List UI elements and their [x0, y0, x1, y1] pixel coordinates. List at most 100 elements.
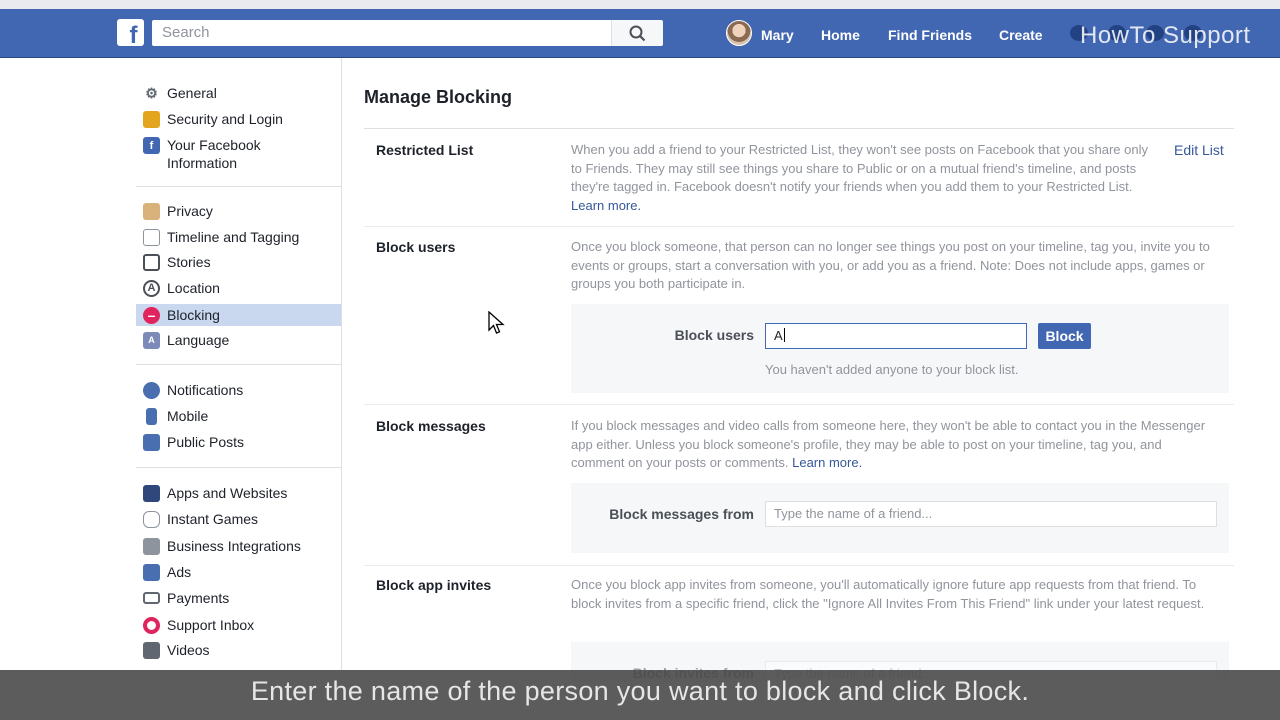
profile-link[interactable] [726, 19, 752, 47]
sidebar-item-label: Language [167, 332, 230, 348]
restricted-list-description: When you add a friend to your Restricted… [571, 141, 1161, 215]
sidebar-item-payments[interactable]: Payments [136, 587, 341, 609]
book-icon [143, 253, 160, 271]
sidebar-item-notifications[interactable]: Notifications [136, 379, 341, 401]
sidebar-item-label: Notifications [167, 382, 244, 398]
text-caret [783, 328, 785, 342]
globe-icon [143, 381, 160, 399]
block-users-description: Once you block someone, that person can … [571, 239, 1210, 291]
sidebar-item-general[interactable]: ⚙ General [136, 82, 341, 104]
logo-glyph: f [129, 22, 138, 46]
section-divider [364, 565, 1234, 566]
sidebar-item-videos[interactable]: Videos [136, 639, 341, 661]
title-divider [364, 128, 1234, 129]
sidebar-item-language[interactable]: A Language [136, 329, 341, 351]
language-icon: A [143, 331, 160, 349]
mouse-cursor-icon [488, 311, 505, 334]
page-title: Manage Blocking [364, 87, 513, 107]
sidebar-item-label: Videos [167, 642, 210, 658]
sidebar-item-label: Timeline and Tagging [167, 229, 300, 245]
sidebar-item-label: Privacy [167, 203, 213, 219]
block-messages-field-label: Block messages from [609, 506, 754, 522]
sidebar-item-ads[interactable]: Ads [136, 561, 341, 583]
sidebar-item-instant-games[interactable]: Instant Games [136, 508, 341, 530]
block-button[interactable]: Block [1038, 323, 1091, 349]
sidebar-item-label: Apps and Websites [167, 485, 288, 501]
sidebar-item-label: General [167, 85, 217, 101]
search-input[interactable]: Search [152, 20, 611, 46]
profile-name[interactable]: Mary [761, 27, 794, 43]
section-divider [364, 404, 1234, 405]
sidebar-item-blocking[interactable]: – Blocking [136, 304, 341, 326]
sidebar-item-label: Security and Login [167, 111, 283, 127]
business-icon [143, 537, 160, 555]
location-icon: A [143, 279, 160, 297]
search-button[interactable] [611, 20, 663, 46]
settings-sidebar: ⚙ General Security and Login f Your Facebo… [136, 58, 342, 670]
sidebar-item-stories[interactable]: Stories [136, 251, 341, 273]
search-icon [629, 25, 646, 42]
block-messages-section-label: Block messages [376, 418, 486, 434]
sidebar-item-label: Mobile [167, 408, 209, 424]
watermark: HowTo Support [1080, 22, 1251, 49]
block-messages-learn-more-link[interactable]: Learn more. [792, 455, 862, 470]
sidebar-item-label: Your Facebook Information [167, 137, 261, 171]
restricted-list-label: Restricted List [376, 142, 474, 158]
sidebar-item-label: Payments [167, 590, 230, 606]
nav-find-friends-link[interactable]: Find Friends [888, 27, 972, 43]
badge-icon [143, 110, 160, 128]
nav-home-link[interactable]: Home [821, 27, 860, 43]
sidebar-item-public-posts[interactable]: Public Posts [136, 431, 341, 453]
nav-create-link[interactable]: Create [999, 27, 1043, 43]
block-users-input[interactable]: A [765, 323, 1027, 349]
film-icon [143, 641, 160, 659]
sidebar-item-label: Business Integrations [167, 538, 301, 554]
rss-icon [143, 433, 160, 451]
card-icon [143, 592, 160, 604]
sidebar-item-facebook-information[interactable]: f Your Facebook Information [136, 136, 341, 176]
sidebar-item-label: Stories [167, 254, 211, 270]
gamepad-icon [143, 510, 160, 528]
restricted-desc-text: When you add a friend to your Restricted… [571, 142, 1148, 194]
sidebar-item-timeline[interactable]: Timeline and Tagging [136, 226, 341, 248]
block-messages-description: If you block messages and video calls fr… [571, 417, 1211, 473]
sidebar-item-security[interactable]: Security and Login [136, 108, 341, 130]
sidebar-item-label: Blocking [167, 307, 220, 323]
facebook-icon: f [143, 137, 160, 154]
block-users-input-value: A [774, 328, 783, 343]
block-list-empty-note: You haven't added anyone to your block l… [765, 362, 1019, 377]
gear-icon: ⚙ [145, 84, 158, 101]
top-strip [0, 0, 1280, 9]
section-divider [364, 226, 1234, 227]
edit-list-link[interactable]: Edit List [1174, 142, 1224, 158]
lock-icon [143, 202, 160, 220]
caption-text: Enter the name of the person you want to… [250, 676, 1030, 706]
sidebar-item-privacy[interactable]: Privacy [136, 200, 341, 222]
sidebar-item-apps[interactable]: Apps and Websites [136, 482, 341, 504]
block-users-field-label: Block users [674, 327, 754, 343]
sidebar-divider [136, 186, 341, 187]
sidebar-item-support-inbox[interactable]: Support Inbox [136, 614, 341, 636]
mobile-icon [146, 407, 157, 425]
avatar [726, 20, 752, 46]
sidebar-item-label: Public Posts [167, 434, 245, 450]
facebook-logo-icon[interactable]: f [117, 19, 144, 46]
sidebar-item-location[interactable]: A Location [136, 277, 341, 299]
sidebar-item-business-integrations[interactable]: Business Integrations [136, 535, 341, 557]
apps-icon [143, 484, 160, 502]
block-messages-input[interactable]: Type the name of a friend... [765, 501, 1217, 527]
block-app-invites-description: Once you block app invites from someone,… [571, 577, 1205, 611]
sidebar-item-label: Support Inbox [167, 617, 255, 633]
block-users-section-label: Block users [376, 239, 456, 255]
sidebar-item-label: Instant Games [167, 511, 259, 527]
blocking-icon: – [143, 306, 160, 324]
timeline-icon [143, 228, 160, 246]
sidebar-item-label: Ads [167, 564, 192, 580]
ads-icon [143, 563, 160, 581]
sidebar-divider [136, 364, 341, 365]
sidebar-item-mobile[interactable]: Mobile [136, 405, 341, 427]
sidebar-item-label: Location [167, 280, 220, 296]
restricted-learn-more-link[interactable]: Learn more. [571, 198, 641, 213]
lifebuoy-icon [143, 616, 160, 634]
sidebar-divider [136, 467, 341, 468]
